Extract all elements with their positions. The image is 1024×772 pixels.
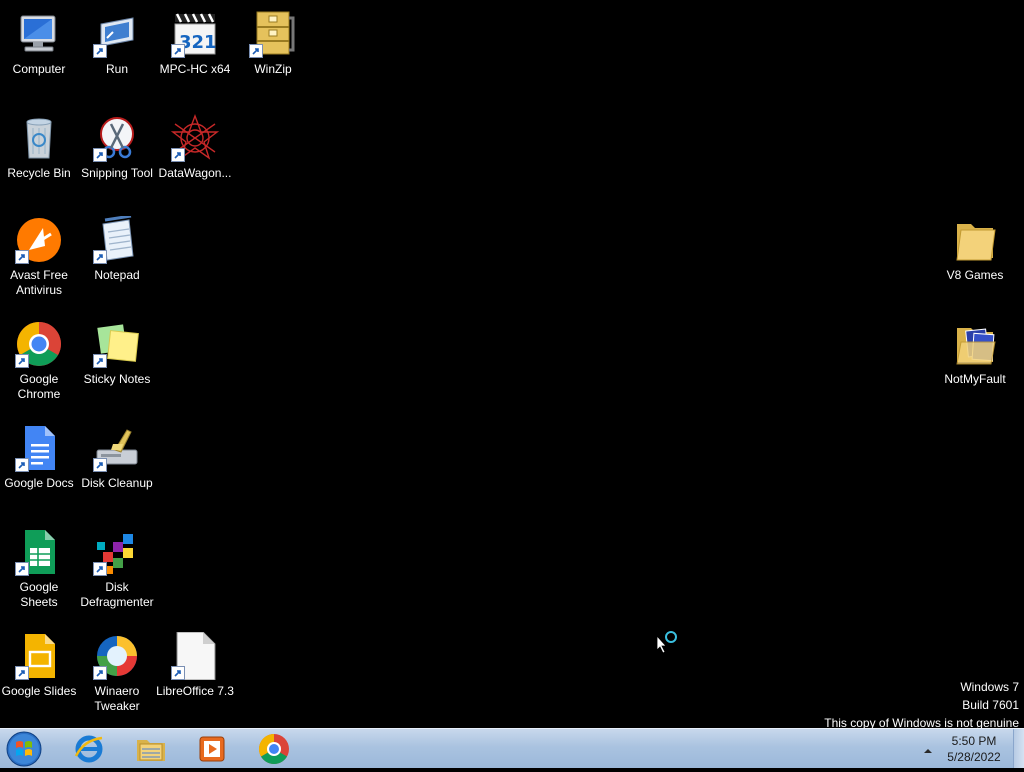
- desktop-icon-label: Disk Defragmenter: [80, 580, 154, 609]
- chrome-icon: [258, 734, 289, 765]
- taskbar-internet-explorer[interactable]: [72, 732, 106, 766]
- winzip-icon: [249, 10, 297, 58]
- desktop-icon-disk-cleanup[interactable]: Disk Cleanup: [78, 424, 156, 491]
- notepad-icon: [93, 216, 141, 264]
- computer-icon: [15, 10, 63, 58]
- shortcut-arrow-icon: [93, 44, 107, 58]
- show-hidden-icons-button[interactable]: [922, 742, 934, 754]
- desktop-icon-label: Google Chrome: [17, 372, 61, 401]
- taskbar-google-chrome[interactable]: [257, 732, 291, 766]
- windows-explorer-icon: [137, 740, 165, 761]
- shortcut-arrow-icon: [171, 44, 185, 58]
- shortcut-arrow-icon: [93, 458, 107, 472]
- desktop-icon-notmyfault[interactable]: NotMyFault: [936, 320, 1014, 387]
- shortcut-arrow-icon: [15, 250, 29, 264]
- desktop-icon-label: Notepad: [94, 268, 140, 282]
- libreoffice-icon: [171, 632, 219, 680]
- desktop-icon-google-chrome[interactable]: Google Chrome: [0, 320, 78, 402]
- watermark-os-name: Windows 7: [960, 680, 1019, 694]
- desktop-icon-label: Computer: [12, 62, 66, 76]
- shortcut-arrow-icon: [93, 562, 107, 576]
- desktop-icon-label: Google Docs: [4, 476, 74, 490]
- desktop-icon-label: Google Slides: [1, 684, 77, 698]
- busy-cursor-icon: [655, 630, 681, 656]
- disk-cleanup-icon: [93, 424, 141, 472]
- desktop-icon-label: V8 Games: [946, 268, 1004, 282]
- desktop-icon-v8-games[interactable]: V8 Games: [936, 216, 1014, 283]
- desktop-icon-libreoffice[interactable]: LibreOffice 7.3: [156, 632, 234, 699]
- taskbar-clock[interactable]: 5:50 PM 5/28/2022: [936, 733, 1012, 765]
- taskbar: 5:50 PM 5/28/2022: [0, 728, 1024, 768]
- desktop-icon-label: LibreOffice 7.3: [156, 684, 234, 698]
- shortcut-arrow-icon: [15, 458, 29, 472]
- desktop-icon-google-sheets[interactable]: Google Sheets: [0, 528, 78, 610]
- shortcut-arrow-icon: [93, 354, 107, 368]
- chevron-up-icon: [924, 749, 932, 753]
- desktop-icon-label: Snipping Tool: [81, 166, 153, 180]
- desktop-icon-label: Recycle Bin: [7, 166, 71, 180]
- desktop-icon-label: MPC-HC x64: [159, 62, 231, 76]
- folder-icon: [951, 216, 999, 264]
- desktop-icon-label: Winaero Tweaker: [94, 684, 140, 713]
- desktop-icon-avast[interactable]: Avast Free Antivirus: [0, 216, 78, 298]
- desktop-icon-label: NotMyFault: [944, 372, 1006, 386]
- desktop-icon-label: Run: [105, 62, 128, 76]
- desktop-icon-recycle-bin[interactable]: Recycle Bin: [0, 114, 78, 181]
- desktop-icon-winzip[interactable]: WinZip: [234, 10, 312, 77]
- show-desktop-button[interactable]: [1013, 729, 1024, 768]
- shortcut-arrow-icon: [15, 562, 29, 576]
- desktop-icon-label: WinZip: [254, 62, 292, 76]
- taskbar-windows-explorer[interactable]: [134, 732, 168, 766]
- desktop-icon-google-docs[interactable]: Google Docs: [0, 424, 78, 491]
- desktop-icon-snipping-tool[interactable]: Snipping Tool: [78, 114, 156, 181]
- shortcut-arrow-icon: [93, 666, 107, 680]
- avast-icon: [15, 216, 63, 264]
- desktop-icon-datawagon[interactable]: DataWagon...: [156, 114, 234, 181]
- desktop-icon-winaero-tweaker[interactable]: Winaero Tweaker: [78, 632, 156, 714]
- media-player-icon: [199, 736, 225, 762]
- desktop-icon-label: Disk Cleanup: [81, 476, 153, 490]
- clock-date: 5/28/2022: [947, 750, 1001, 764]
- desktop-icon-mpc-hc[interactable]: 321 MPC-HC x64: [156, 10, 234, 77]
- google-docs-icon: [15, 424, 63, 472]
- shortcut-arrow-icon: [15, 354, 29, 368]
- desktop-icon-label: Sticky Notes: [83, 372, 151, 386]
- recycle-bin-icon: [15, 114, 63, 162]
- desktop: Computer Recycle Bin Avast Free Antiviru…: [0, 0, 1024, 730]
- google-slides-icon: [15, 632, 63, 680]
- taskbar-media-player[interactable]: [195, 732, 229, 766]
- google-sheets-icon: [15, 528, 63, 576]
- shortcut-arrow-icon: [249, 44, 263, 58]
- watermark-build: Build 7601: [962, 698, 1019, 712]
- desktop-icon-run[interactable]: Run: [78, 10, 156, 77]
- desktop-icon-computer[interactable]: Computer: [0, 10, 78, 77]
- desktop-icon-google-slides[interactable]: Google Slides: [0, 632, 78, 699]
- shortcut-arrow-icon: [93, 250, 107, 264]
- mpc-hc-icon: 321: [171, 10, 219, 58]
- datawagon-icon: [171, 114, 219, 162]
- desktop-icon-sticky-notes[interactable]: Sticky Notes: [78, 320, 156, 387]
- shortcut-arrow-icon: [15, 666, 29, 680]
- internet-explorer-icon: [74, 735, 103, 763]
- desktop-icon-disk-defragmenter[interactable]: Disk Defragmenter: [78, 528, 156, 610]
- disk-defragmenter-icon: [93, 528, 141, 576]
- shortcut-arrow-icon: [93, 148, 107, 162]
- winaero-tweaker-icon: [93, 632, 141, 680]
- desktop-icon-notepad[interactable]: Notepad: [78, 216, 156, 283]
- desktop-icon-label: Avast Free Antivirus: [10, 268, 68, 297]
- windows-logo-icon: [6, 731, 42, 767]
- snipping-tool-icon: [93, 114, 141, 162]
- chrome-icon: [15, 320, 63, 368]
- windows-genuine-watermark: Windows 7 Build 7601 This copy of Window…: [824, 678, 1019, 732]
- shortcut-arrow-icon: [171, 148, 185, 162]
- folder-icon: [951, 320, 999, 368]
- start-button[interactable]: [4, 730, 44, 768]
- desktop-icon-label: DataWagon...: [158, 166, 232, 180]
- shortcut-arrow-icon: [171, 666, 185, 680]
- run-icon: [93, 10, 141, 58]
- clock-time: 5:50 PM: [951, 734, 997, 748]
- desktop-icon-label: Google Sheets: [19, 580, 59, 609]
- sticky-notes-icon: [93, 320, 141, 368]
